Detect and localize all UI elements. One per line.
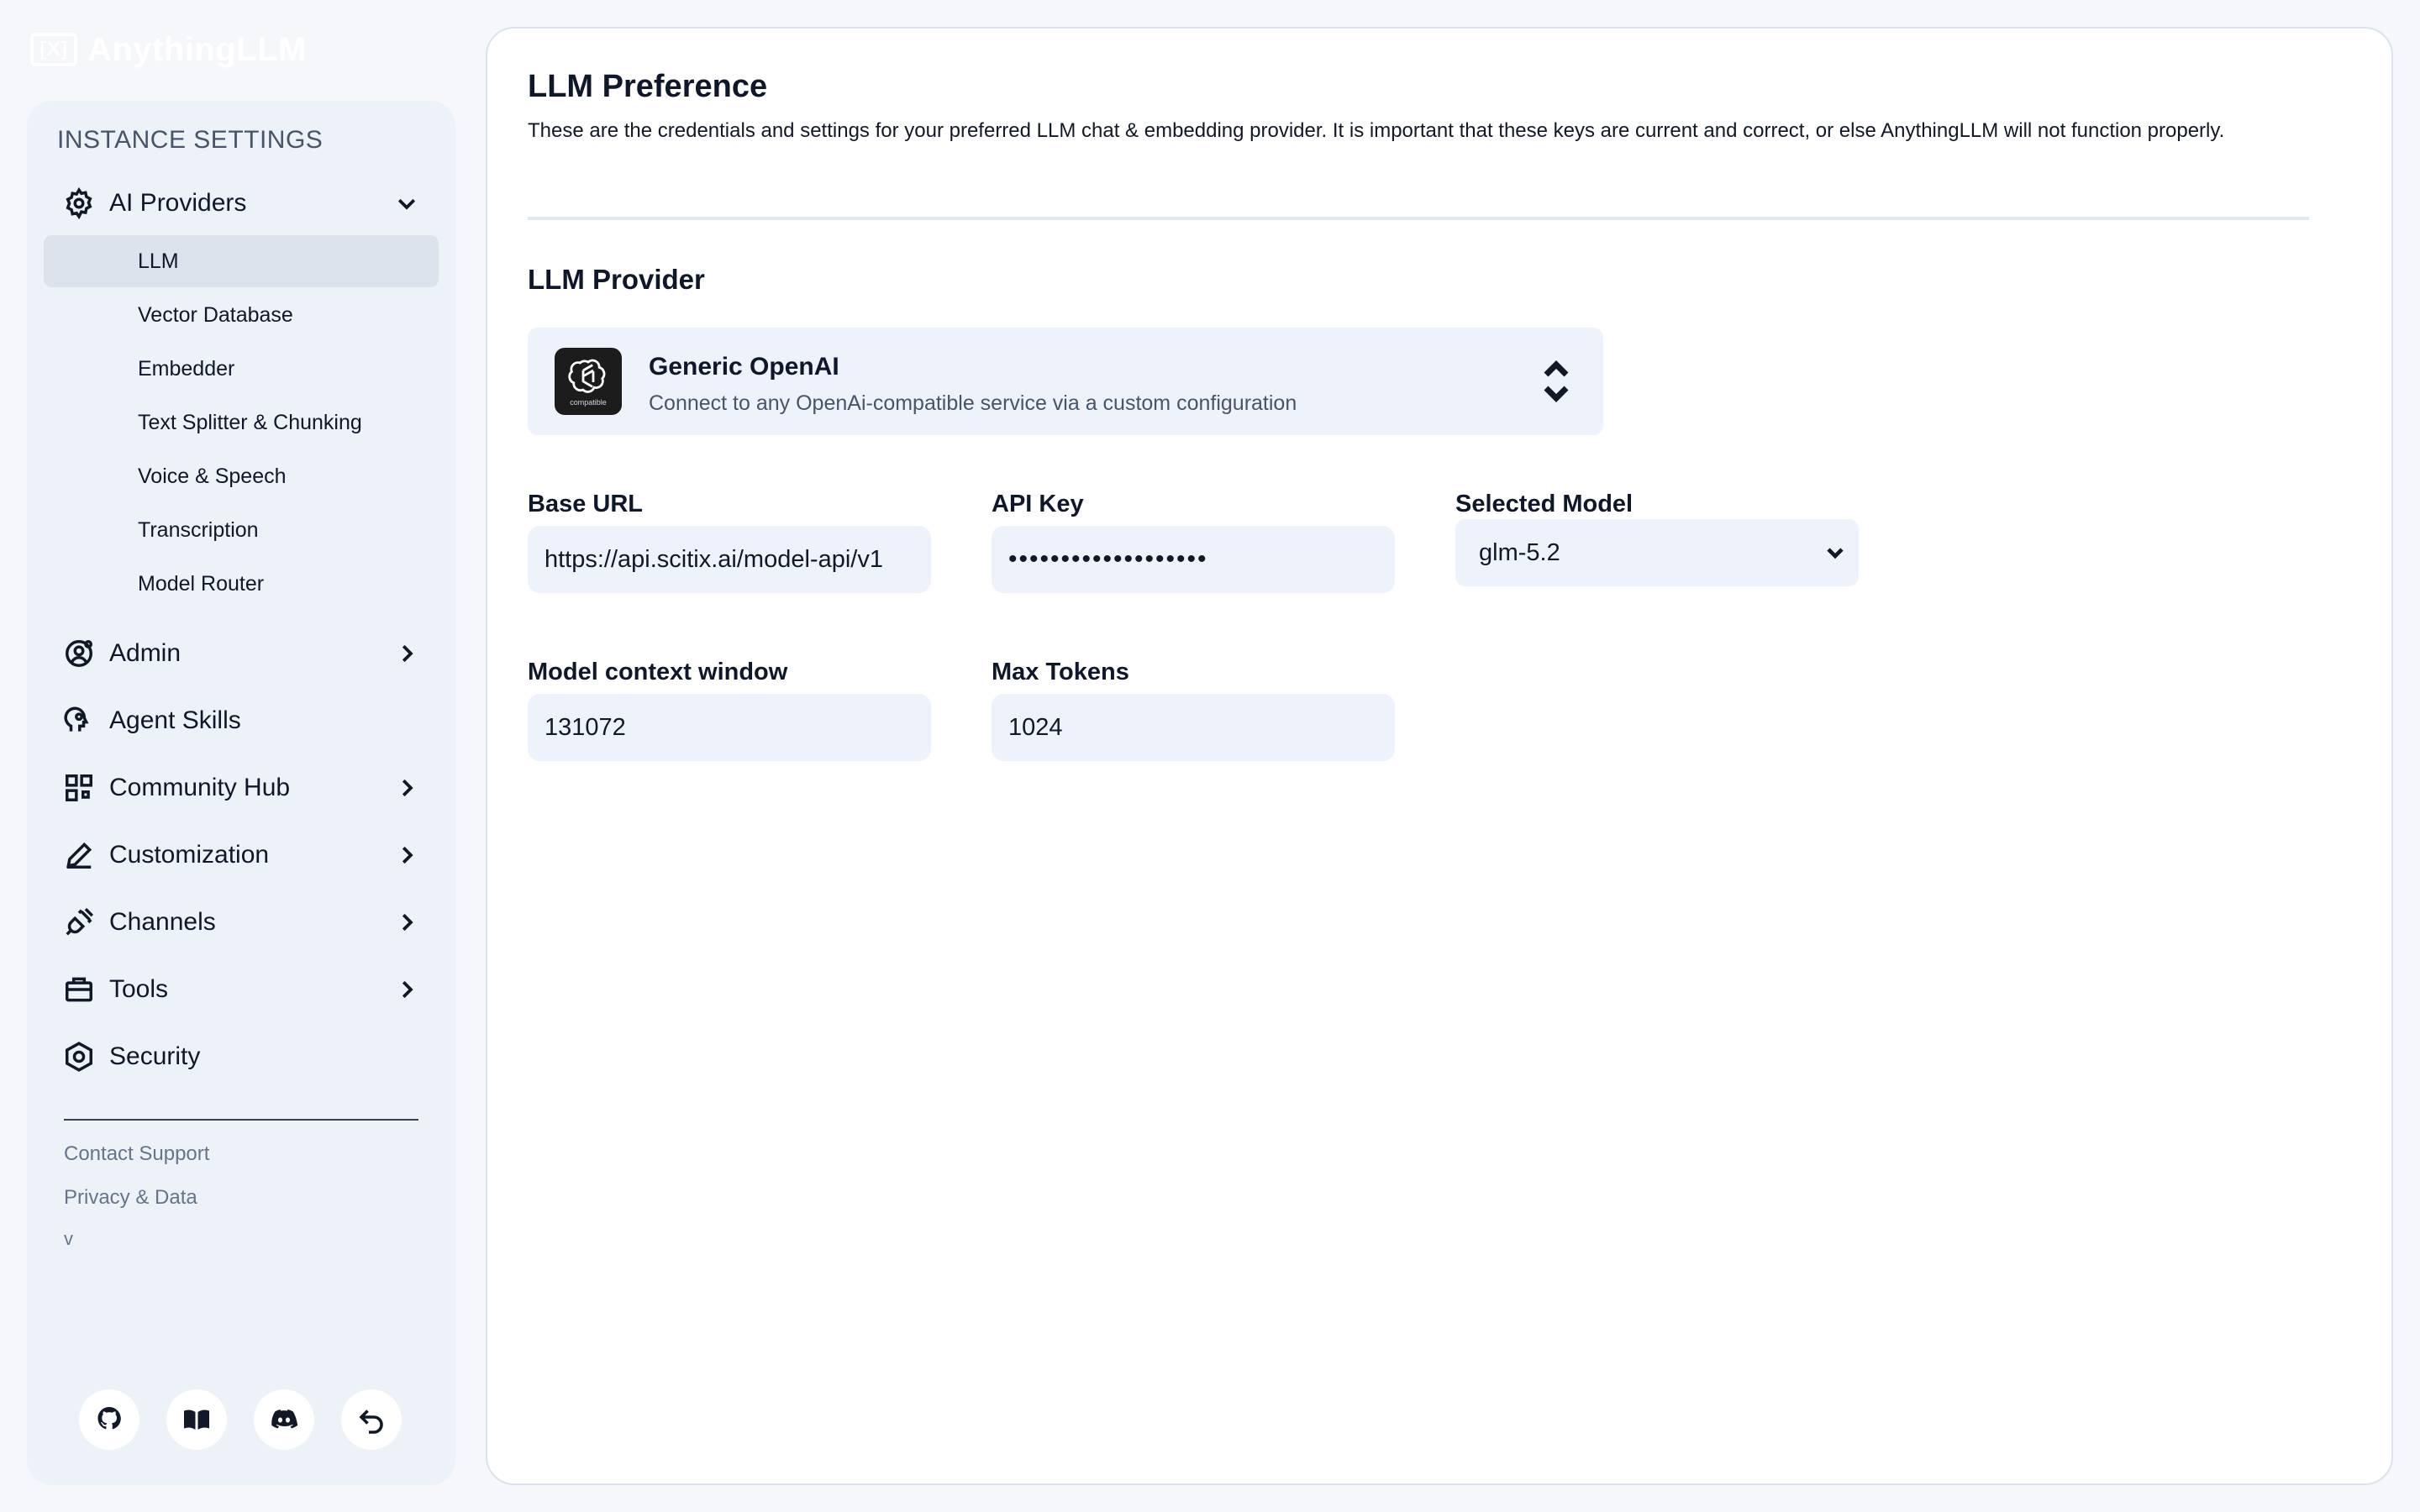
- sidebar-item-label: Channels: [109, 908, 216, 936]
- sidebar-item-channels[interactable]: Channels: [62, 897, 449, 948]
- docs-button[interactable]: [166, 1389, 227, 1450]
- selected-model-value: glm-5.2: [1479, 538, 1560, 566]
- discord-button[interactable]: [254, 1389, 314, 1450]
- brain-head-icon: [62, 704, 96, 738]
- sidebar-item-security[interactable]: Security: [62, 1032, 449, 1082]
- sidebar-item-label: Community Hub: [109, 774, 291, 801]
- toolbox-icon: [62, 973, 96, 1006]
- sidebar-item-label: AI Providers: [109, 189, 247, 217]
- pencil-icon: [62, 838, 96, 872]
- chevron-right-icon[interactable]: [390, 973, 424, 1006]
- undo-arrow-icon: [359, 1410, 383, 1434]
- llm-provider-title: LLM Provider: [528, 264, 705, 295]
- github-button[interactable]: [79, 1389, 139, 1450]
- openai-logo-icon: compatible: [555, 348, 622, 415]
- base-url-input[interactable]: https://api.scitix.ai/model-api/v1: [528, 526, 931, 593]
- back-button[interactable]: [341, 1389, 402, 1450]
- sidebar-item-ai-providers[interactable]: AI Providers: [62, 178, 449, 228]
- sidebar-item-label: Tools: [109, 975, 169, 1003]
- settings-sidebar: INSTANCE SETTINGS AI Providers LLM Vecto…: [27, 101, 455, 1485]
- app-logo: [X] AnythingLLM: [30, 29, 307, 71]
- api-key-input[interactable]: •••••••••••••••••••: [992, 526, 1395, 593]
- sidebar-subitem-voice-speech[interactable]: Voice & Speech: [44, 450, 439, 502]
- main-panel: LLM Preference These are the credentials…: [486, 27, 2393, 1485]
- book-icon: [184, 1410, 209, 1430]
- logo-mark: [X]: [30, 33, 77, 66]
- sidebar-item-label: Admin: [109, 639, 182, 667]
- sidebar-item-customization[interactable]: Customization: [62, 830, 449, 880]
- chevron-right-icon[interactable]: [390, 771, 424, 805]
- chevron-right-icon[interactable]: [390, 906, 424, 939]
- sidebar-subitem-vector-database[interactable]: Vector Database: [44, 289, 439, 341]
- selected-model-select[interactable]: glm-5.2: [1455, 519, 1859, 586]
- selected-model-label: Selected Model: [1455, 491, 1634, 517]
- base-url-label: Base URL: [528, 491, 643, 517]
- version-label: v: [64, 1228, 73, 1249]
- user-gear-icon: [62, 637, 96, 670]
- sidebar-item-label: Agent Skills: [109, 706, 241, 734]
- plug-icon: [62, 906, 96, 939]
- sidebar-subitem-llm[interactable]: LLM: [44, 235, 439, 287]
- page-description: These are the credentials and settings f…: [528, 119, 2225, 142]
- chevron-up-down-icon[interactable]: [1539, 358, 1573, 405]
- sidebar-item-admin[interactable]: Admin: [62, 628, 449, 679]
- provider-description: Connect to any OpenAi-compatible service…: [649, 391, 1297, 415]
- github-icon: [97, 1407, 121, 1430]
- chevron-down-icon[interactable]: [390, 186, 424, 220]
- api-key-label: API Key: [992, 491, 1084, 517]
- grid-squares-icon: [62, 771, 96, 805]
- section-divider: [528, 217, 2309, 220]
- logo-text: AnythingLLM: [87, 30, 307, 68]
- chevron-down-icon: [1822, 539, 1849, 566]
- gear-icon: [62, 186, 96, 220]
- context-window-input[interactable]: 131072: [528, 694, 931, 761]
- sidebar-divider: [64, 1119, 418, 1121]
- sidebar-bottom-icons: [79, 1389, 402, 1450]
- context-window-label: Model context window: [528, 659, 788, 685]
- sidebar-subitem-model-router[interactable]: Model Router: [44, 558, 439, 610]
- llm-provider-selector[interactable]: compatible Generic OpenAI Connect to any…: [528, 328, 1603, 435]
- shield-hexagon-icon: [62, 1040, 96, 1074]
- discord-icon: [271, 1410, 298, 1429]
- contact-support-link[interactable]: Contact Support: [64, 1142, 209, 1166]
- page-title: LLM Preference: [528, 69, 768, 104]
- sidebar-header: INSTANCE SETTINGS: [57, 126, 324, 154]
- privacy-data-link[interactable]: Privacy & Data: [64, 1186, 197, 1210]
- sidebar-item-label: Security: [109, 1042, 201, 1070]
- sidebar-subitem-text-splitter[interactable]: Text Splitter & Chunking: [44, 396, 439, 449]
- sidebar-subitem-embedder[interactable]: Embedder: [44, 343, 439, 395]
- max-tokens-input[interactable]: 1024: [992, 694, 1395, 761]
- chevron-right-icon[interactable]: [390, 637, 424, 670]
- sidebar-item-agent-skills[interactable]: Agent Skills: [62, 696, 449, 746]
- max-tokens-label: Max Tokens: [992, 659, 1129, 685]
- chevron-right-icon[interactable]: [390, 838, 424, 872]
- logo-caption: compatible: [570, 398, 607, 407]
- sidebar-item-label: Customization: [109, 841, 270, 869]
- provider-name: Generic OpenAI: [649, 353, 839, 381]
- sidebar-item-community-hub[interactable]: Community Hub: [62, 763, 449, 813]
- sidebar-item-tools[interactable]: Tools: [62, 964, 449, 1015]
- sidebar-subitem-transcription[interactable]: Transcription: [44, 504, 439, 556]
